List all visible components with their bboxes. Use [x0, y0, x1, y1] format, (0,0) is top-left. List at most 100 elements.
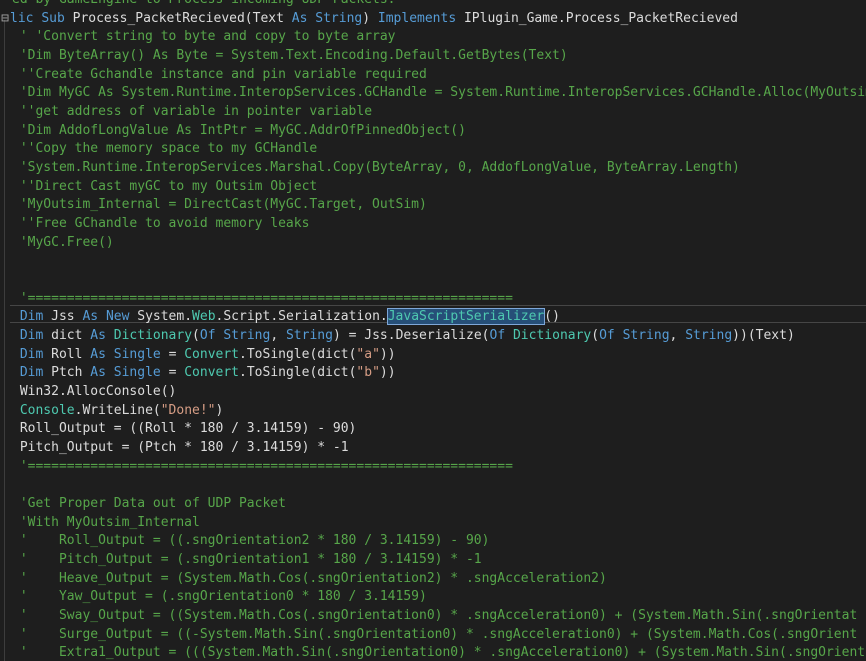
code-token: )) [379, 365, 396, 381]
code-token: Of [489, 328, 513, 344]
code-token: ( [591, 328, 600, 344]
code-editor[interactable]: ed by GameEngine to Process incoming UDP… [0, 0, 866, 661]
code-token: Jss [51, 309, 83, 325]
code-token: String [223, 328, 271, 344]
code-line[interactable]: 'With MyOutsim_Internal [0, 514, 866, 533]
code-token: Convert [184, 365, 240, 381]
code-line[interactable]: ''Create Gchandle instance and pin varia… [0, 66, 866, 85]
code-token: System. [137, 309, 193, 325]
code-token: Process_PacketRecieved(Text [72, 10, 292, 26]
code-token: , [669, 328, 686, 344]
code-line[interactable]: Dim Jss As New System.Web.Script.Seriali… [0, 308, 866, 327]
code-token: String [285, 328, 333, 344]
code-token: = [168, 365, 185, 381]
selected-token: JavaScriptSerializer [386, 308, 546, 326]
code-line[interactable]: ' 'Convert string to byte and copy to by… [0, 28, 866, 47]
code-line[interactable]: 'Dim AddofLongValue As IntPtr = MyGC.Add… [0, 122, 866, 141]
code-token: '=======================================… [12, 458, 513, 474]
code-token: Dim [12, 328, 52, 344]
code-token: '=======================================… [12, 290, 513, 306]
code-line[interactable]: '=======================================… [0, 290, 866, 309]
code-token: ' Pitch_Output = (.sngOrientation1 * 180… [12, 552, 482, 568]
code-line[interactable]: Console.WriteLine("Done!") [0, 402, 866, 421]
code-token: .WriteLine( [74, 402, 161, 418]
code-token: ) [362, 10, 378, 26]
code-token: String [315, 10, 363, 26]
code-token: ''Free GChandle to avoid memory leaks [12, 216, 310, 232]
code-line[interactable]: ⊟lic Sub Process_PacketRecieved(Text As … [0, 10, 854, 29]
code-line[interactable]: 'Dim MyGC As System.Runtime.InteropServi… [0, 84, 866, 103]
code-token: As [90, 365, 114, 381]
code-token: ' 'Convert string to byte and copy to by… [12, 29, 396, 45]
code-token: 'MyGC.Free() [12, 234, 114, 250]
code-token: ' Sway_Output = ((System.Math.Cos(.sngOr… [12, 608, 858, 624]
code-token: Web [192, 309, 216, 325]
code-token: Win32.AllocConsole() [12, 384, 177, 400]
code-line[interactable]: ed by GameEngine to Process incoming UDP… [0, 0, 866, 10]
code-token: String [622, 328, 670, 344]
code-line[interactable]: ''Copy the memory space to my GCHandle [0, 140, 866, 159]
code-line[interactable]: 'Get Proper Data out of UDP Packet [0, 495, 866, 514]
code-line[interactable]: Pitch_Output = (Ptch * 180 / 3.14159) * … [0, 439, 866, 458]
code-line[interactable]: 'Dim ByteArray() As Byte = System.Text.E… [0, 47, 866, 66]
code-line[interactable]: ''get address of variable in pointer var… [0, 103, 866, 122]
code-token: dict [51, 328, 91, 344]
code-token: Roll_Output = ((Roll * 180 / 3.14159) - … [12, 421, 357, 437]
code-line[interactable]: 'System.Runtime.InteropServices.Marshal.… [0, 159, 866, 178]
code-token: As [291, 10, 316, 26]
code-token: ''Create Gchandle instance and pin varia… [12, 66, 427, 82]
code-token: Dim [12, 365, 52, 381]
code-token: ed by GameEngine to Process incoming UDP… [12, 0, 396, 7]
code-line[interactable]: ' Roll_Output = ((.sngOrientation2 * 180… [0, 532, 866, 551]
code-token: Sub [41, 10, 73, 26]
code-token: Of [199, 328, 224, 344]
code-line[interactable]: ' Sway_Output = ((System.Math.Cos(.sngOr… [0, 607, 866, 626]
code-token: = [168, 346, 185, 362]
code-line[interactable]: Dim Ptch As Single = Convert.ToSingle(di… [0, 364, 866, 383]
code-line[interactable]: Dim dict As Dictionary(Of String, String… [0, 327, 866, 346]
code-token: Convert [184, 346, 240, 362]
code-line[interactable]: ' Heave_Output = (System.Math.Cos(.sngOr… [0, 570, 866, 589]
code-token: ))(Text) [732, 328, 795, 344]
code-token: .Script.Serialization. [215, 309, 388, 325]
code-token: ''Copy the memory space to my GCHandle [12, 141, 318, 157]
code-token: As [90, 346, 114, 362]
code-token: Implements [377, 10, 464, 26]
code-token: Single [113, 346, 169, 362]
code-token: lic [10, 10, 42, 26]
code-token: ' Roll_Output = ((.sngOrientation2 * 180… [12, 533, 490, 549]
code-line[interactable]: Win32.AllocConsole() [0, 383, 866, 402]
code-line[interactable] [0, 252, 866, 271]
code-token: 'With MyOutsim_Internal [12, 514, 200, 530]
code-token: .ToSingle(dict( [239, 365, 357, 381]
code-token: Ptch [51, 365, 91, 381]
code-token: "a" [356, 346, 380, 362]
code-line[interactable]: ''Direct Cast myGC to my Outsim Object [0, 178, 866, 197]
code-line[interactable]: ' Surge_Output = ((-System.Math.Sin(.sng… [0, 626, 866, 645]
code-token: 'Dim AddofLongValue As IntPtr = MyGC.Add… [12, 122, 466, 138]
code-token: ' Extra1_Output = (((System.Math.Sin(.sn… [12, 645, 866, 661]
code-line[interactable]: ' Pitch_Output = (.sngOrientation1 * 180… [0, 551, 866, 570]
code-line[interactable]: Roll_Output = ((Roll * 180 / 3.14159) - … [0, 420, 866, 439]
code-line[interactable]: ' Extra1_Output = (((System.Math.Sin(.sn… [0, 644, 866, 661]
code-token: )) [379, 346, 396, 362]
code-token: ( [192, 328, 200, 344]
code-line[interactable]: 'MyOutsim_Internal = DirectCast(MyGC.Tar… [0, 196, 866, 215]
code-line[interactable] [0, 271, 866, 290]
code-line[interactable]: 'MyGC.Free() [0, 234, 866, 253]
code-line[interactable]: ''Free GChandle to avoid memory leaks [0, 215, 866, 234]
code-token: .ToSingle(dict( [239, 346, 357, 362]
code-line[interactable] [0, 476, 866, 495]
code-line[interactable]: ' Yaw_Output = (.sngOrientation0 * 180 /… [0, 588, 866, 607]
collapse-icon[interactable]: ⊟ [0, 10, 10, 29]
code-line[interactable]: Dim Roll As Single = Convert.ToSingle(di… [0, 346, 866, 365]
code-line[interactable]: '=======================================… [0, 458, 866, 477]
code-token: , [270, 328, 286, 344]
code-token: ' Yaw_Output = (.sngOrientation0 * 180 /… [12, 589, 427, 605]
code-token: New [105, 309, 138, 325]
code-token: Pitch_Output = (Ptch * 180 / 3.14159) * … [12, 440, 349, 456]
code-token: As [90, 328, 114, 344]
code-token: ''get address of variable in pointer var… [12, 104, 373, 120]
code-token: 'System.Runtime.InteropServices.Marshal.… [12, 160, 740, 176]
code-token: () [544, 309, 560, 325]
